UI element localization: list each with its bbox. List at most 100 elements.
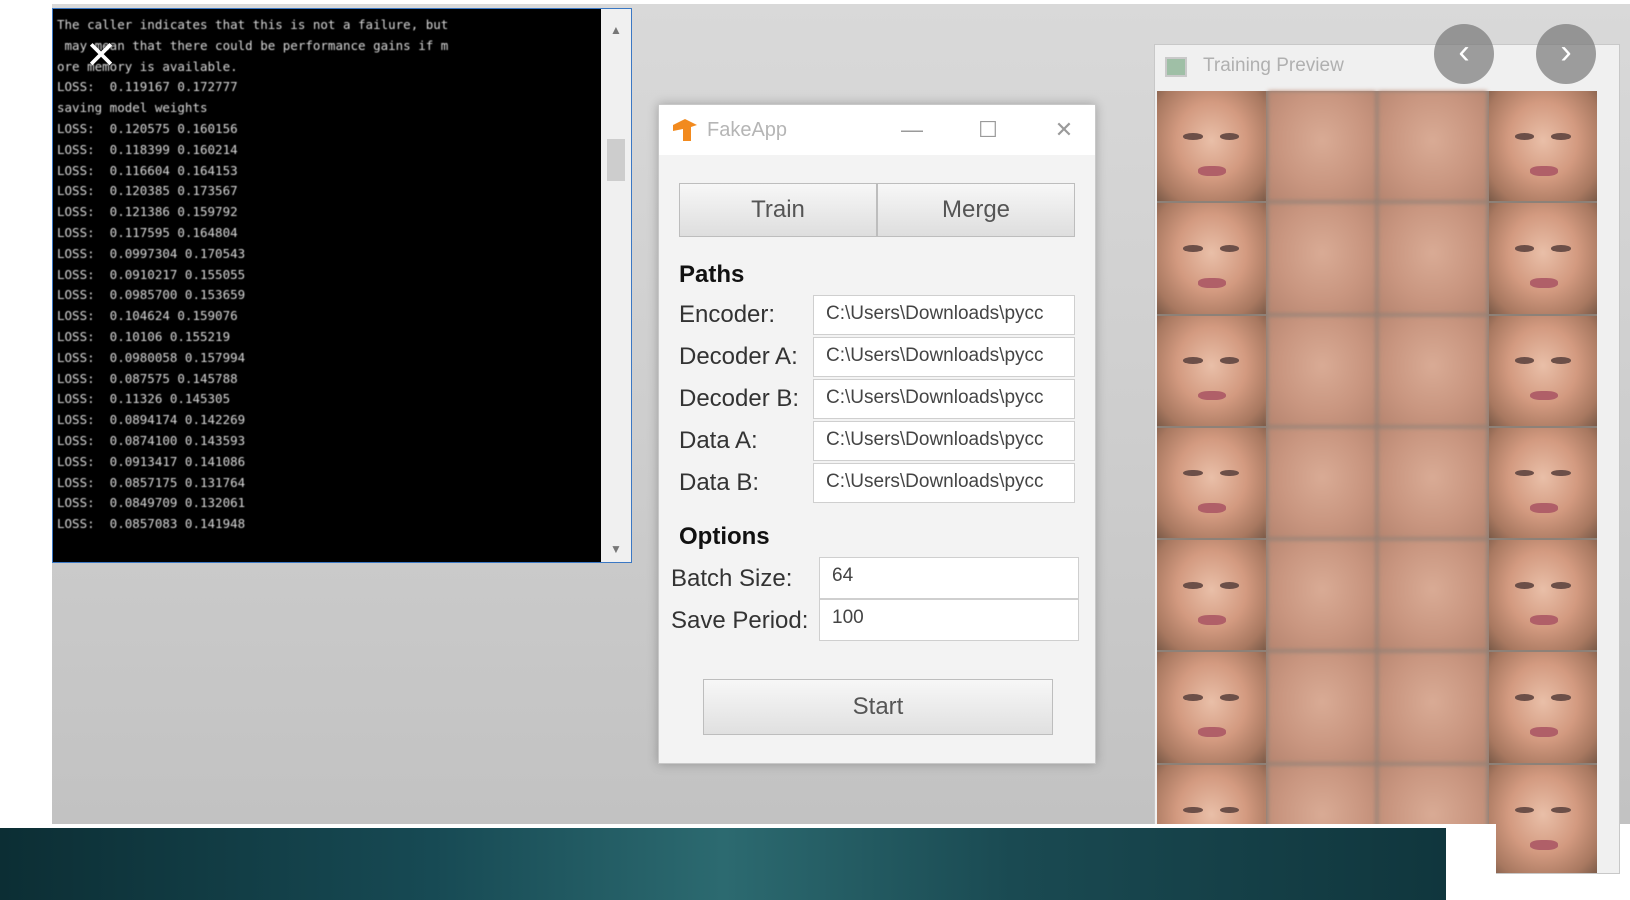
minimize-icon[interactable]: — (895, 113, 929, 147)
maximize-icon[interactable]: ☐ (971, 113, 1005, 147)
close-icon[interactable]: ✕ (84, 36, 118, 74)
data-a-path-field[interactable]: C:\Users\Downloads\pycc (813, 421, 1075, 461)
face-thumbnail (1488, 764, 1597, 873)
eye-shape (1514, 806, 1535, 814)
eye-shape (1551, 806, 1571, 814)
mouth-shape (1529, 165, 1558, 176)
face-thumbnail (1157, 315, 1266, 426)
decoder-a-path-field[interactable]: C:\Users\Downloads\pycc (813, 337, 1075, 377)
face-thumbnail (1488, 315, 1597, 426)
chevron-left-icon[interactable]: ‹ (1434, 24, 1494, 84)
console-line: LOSS: 0.0980058 0.157994 (57, 349, 246, 365)
start-button[interactable]: Start (703, 679, 1053, 735)
close-window-icon[interactable]: ✕ (1047, 113, 1081, 147)
decoder-b-path-field[interactable]: C:\Users\Downloads\pycc (813, 379, 1075, 419)
data-a-label: Data A: (679, 427, 758, 454)
face-thumbnail (1488, 427, 1597, 539)
mouth-shape (1529, 502, 1558, 513)
console-line: LOSS: 0.0985700 0.153659 (57, 287, 246, 303)
batch-size-label: Batch Size: (671, 565, 793, 592)
console-line: LOSS: 0.0910217 0.155055 (57, 266, 246, 282)
eye-shape (1514, 245, 1535, 252)
blurred-face-thumbnail (1267, 203, 1376, 314)
mouth-shape (1529, 839, 1558, 850)
console-line: LOSS: 0.0857083 0.141948 (57, 516, 246, 532)
eye-shape (1551, 357, 1571, 365)
blurred-face-thumbnail (1378, 427, 1487, 539)
console-line: ore memory is available. (57, 58, 238, 74)
eye-shape (1219, 694, 1240, 701)
eye-shape (1183, 582, 1203, 589)
blurred-face-thumbnail (1267, 427, 1376, 539)
console-line: LOSS: 0.10106 0.155219 (57, 328, 231, 344)
eye-shape (1514, 132, 1535, 140)
eye-shape (1219, 357, 1240, 365)
scroll-up-icon[interactable]: ▲ (601, 23, 631, 37)
eye-shape (1551, 694, 1571, 701)
eye-shape (1183, 806, 1203, 814)
scroll-down-icon[interactable]: ▼ (601, 542, 631, 556)
blurred-face-thumbnail (1378, 315, 1487, 426)
mouth-shape (1198, 615, 1227, 626)
face-thumbnail (1157, 427, 1266, 539)
eye-shape (1219, 582, 1240, 589)
fakeapp-logo-icon (673, 119, 697, 141)
fakeapp-window: FakeApp — ☐ ✕ Train Merge Paths Encoder:… (658, 104, 1096, 764)
preview-grid (1157, 91, 1597, 873)
chevron-right-icon[interactable]: › (1536, 24, 1596, 84)
face-thumbnail (1488, 540, 1597, 651)
mouth-shape (1529, 390, 1558, 401)
eye-shape (1183, 132, 1203, 140)
console-line: LOSS: 0.087575 0.145788 (57, 370, 238, 386)
blurred-face-thumbnail (1267, 315, 1376, 426)
console-line: LOSS: 0.116604 0.164153 (57, 162, 238, 178)
blurred-face-thumbnail (1267, 540, 1376, 651)
console-line: LOSS: 0.0874100 0.143593 (57, 432, 246, 448)
data-b-label: Data B: (679, 469, 760, 496)
decoder-a-label: Decoder A: (679, 343, 798, 370)
tab-merge[interactable]: Merge (877, 183, 1075, 237)
console-line: LOSS: 0.121386 0.159792 (57, 204, 238, 220)
training-preview-window: Training Preview (1154, 44, 1620, 874)
console-line: LOSS: 0.117595 0.164804 (57, 224, 238, 240)
eye-shape (1551, 582, 1571, 589)
eye-shape (1183, 694, 1203, 701)
blurred-face-thumbnail (1378, 540, 1487, 651)
mouth-shape (1198, 165, 1227, 176)
console-scrollbar[interactable]: ▲ ▼ (601, 9, 631, 562)
eye-shape (1551, 245, 1571, 252)
console-line: LOSS: 0.0997304 0.170543 (57, 245, 246, 261)
console-line: LOSS: 0.120575 0.160156 (57, 120, 238, 136)
mouth-shape (1198, 727, 1227, 738)
scroll-thumb[interactable] (607, 139, 625, 181)
console-window: The caller indicates that this is not a … (52, 8, 632, 563)
eye-shape (1219, 469, 1240, 477)
save-period-field[interactable]: 100 (819, 599, 1079, 641)
eye-shape (1183, 357, 1203, 365)
preview-window-icon (1165, 57, 1187, 77)
eye-shape (1219, 245, 1240, 252)
console-line: LOSS: 0.120385 0.173567 (57, 183, 238, 199)
face-thumbnail (1157, 91, 1266, 202)
tab-train[interactable]: Train (679, 183, 877, 237)
console-line: LOSS: 0.119167 0.172777 (57, 79, 238, 95)
encoder-path-field[interactable]: C:\Users\Downloads\pycc (813, 295, 1075, 335)
titlebar: FakeApp — ☐ ✕ (659, 105, 1095, 155)
save-period-label: Save Period: (671, 607, 809, 634)
blurred-face-thumbnail (1267, 91, 1376, 202)
batch-size-field[interactable]: 64 (819, 557, 1079, 599)
eye-shape (1219, 806, 1240, 814)
console-line: LOSS: 0.0857175 0.131764 (57, 474, 246, 490)
window-title: FakeApp (707, 119, 788, 141)
eye-shape (1514, 582, 1535, 589)
eye-shape (1183, 245, 1203, 252)
face-thumbnail (1488, 203, 1597, 314)
console-line: LOSS: 0.0894174 0.142269 (57, 412, 246, 428)
mouth-shape (1198, 502, 1227, 513)
bottom-banner-image (0, 824, 1446, 900)
encoder-label: Encoder: (679, 301, 776, 328)
data-b-path-field[interactable]: C:\Users\Downloads\pycc (813, 463, 1075, 503)
console-line: saving model weights (57, 100, 208, 116)
console-output: The caller indicates that this is not a … (57, 15, 597, 535)
console-line: LOSS: 0.0913417 0.141086 (57, 453, 246, 469)
